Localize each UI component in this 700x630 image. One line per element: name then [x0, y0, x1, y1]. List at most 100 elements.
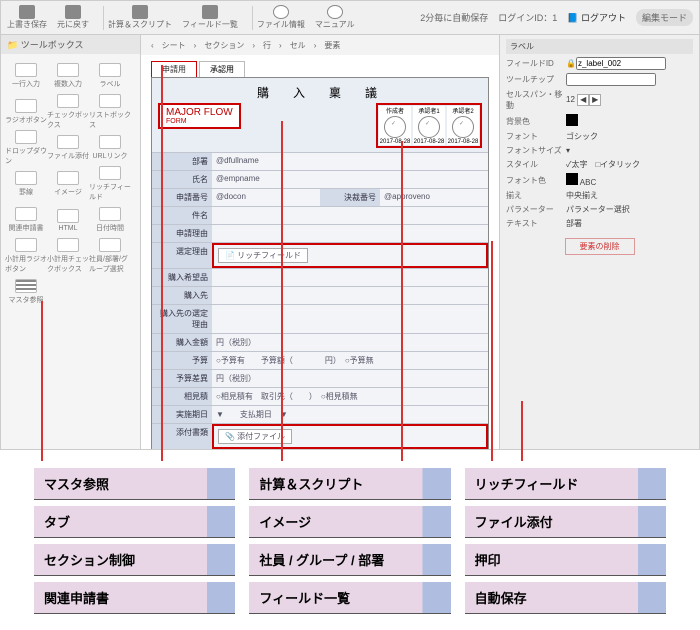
guide-line	[281, 121, 283, 461]
toolbox-item[interactable]: 罫線	[5, 166, 47, 202]
toolbox-item[interactable]: 日付時間	[89, 202, 131, 238]
lock-icon: 🔒	[566, 59, 576, 68]
field-id-input[interactable]	[576, 57, 666, 70]
toolbox-item[interactable]: 一行入力	[5, 58, 47, 94]
save-icon	[19, 5, 35, 19]
callout-label: 社員 / グループ / 部署	[249, 544, 450, 576]
guide-line	[491, 241, 493, 461]
field-value[interactable]: ▼ 支払期日 ▼	[212, 406, 488, 423]
guide-line	[521, 401, 523, 461]
style-checks[interactable]: ✓太字 □イタリック	[566, 159, 693, 170]
tool-icon	[99, 135, 121, 149]
toolbox-item[interactable]: ラベル	[89, 58, 131, 94]
text-value[interactable]: 部署	[566, 218, 693, 229]
tool-icon	[57, 171, 79, 185]
tb-fileinfo[interactable]: ファイル情報	[257, 5, 305, 30]
form-row: 件名	[152, 206, 488, 224]
field-value[interactable]: ○予算有 予算額（ 円） ○予算無	[212, 352, 488, 369]
tool-icon	[15, 99, 37, 113]
app-frame: 上書き保存 元に戻す 計算＆スクリプト フィールド一覧 ファイル情報 マニュアル…	[0, 0, 700, 450]
form-row: 予算○予算有 予算額（ 円） ○予算無	[152, 351, 488, 369]
field-value[interactable]: 📎 添付ファイル	[212, 424, 488, 449]
callout-label: マスタ参照	[34, 468, 235, 500]
tb-calc[interactable]: 計算＆スクリプト	[108, 5, 172, 30]
fontsize-select[interactable]: ▾	[566, 146, 693, 155]
align-select[interactable]: 中央揃え	[566, 190, 693, 201]
field-value[interactable]: ○相見積有 取引先（ ） ○相見積無	[212, 388, 488, 405]
tool-icon	[57, 63, 79, 77]
toolbox-item[interactable]: ファイル添付	[47, 130, 89, 166]
form-row: 予算差異円（税別）	[152, 369, 488, 387]
richfield-badge[interactable]: 📄 リッチフィールド	[218, 248, 308, 263]
toolbox-item[interactable]: リッチフィールド	[89, 166, 131, 202]
toolbox-item[interactable]: リストボックス	[89, 94, 131, 130]
tab-apply[interactable]: 申請用	[151, 61, 197, 77]
tool-icon	[57, 135, 79, 149]
toolbox-item[interactable]: 小計用チェックボックス	[47, 238, 89, 274]
form-row: 選定理由📄 リッチフィールド	[152, 242, 488, 268]
stamp-cell[interactable]: 承認者22017-08-28	[447, 106, 479, 145]
tb-save[interactable]: 上書き保存	[7, 5, 47, 30]
field-value[interactable]: @dfullname	[212, 153, 488, 170]
toolbox-item[interactable]: URLリンク	[89, 130, 131, 166]
move-left-button[interactable]: ◀	[577, 94, 589, 106]
field-value[interactable]	[212, 225, 488, 242]
undo-icon	[65, 5, 81, 19]
form-row: 実施期日▼ 支払期日 ▼	[152, 405, 488, 423]
toolbox-item[interactable]: 関連申請書	[5, 202, 47, 238]
stamp-group: 作成者2017-08-28承認者12017-08-28承認者22017-08-2…	[376, 103, 482, 148]
form-row: 添付書類📎 添付ファイル	[152, 423, 488, 449]
field-value[interactable]	[212, 269, 488, 286]
toolbox-item[interactable]: ラジオボタン	[5, 94, 47, 130]
field-value[interactable]	[212, 305, 488, 333]
field-value[interactable]: @empname	[212, 171, 488, 188]
move-right-button[interactable]: ▶	[589, 94, 601, 106]
font-select[interactable]: ゴシック	[566, 131, 693, 142]
field-value[interactable]: @docon	[212, 189, 320, 206]
bgcolor-swatch[interactable]	[566, 114, 578, 126]
edit-mode-toggle[interactable]: 編集モード	[636, 9, 693, 26]
toolbox-item[interactable]: HTML	[47, 202, 89, 238]
param-select[interactable]: パラメーター選択	[566, 204, 693, 215]
field-value[interactable]	[212, 207, 488, 224]
tab-approve[interactable]: 承認用	[199, 61, 245, 77]
guide-line	[41, 301, 43, 461]
form-row: 申請番号@docon決裁番号@approveno	[152, 188, 488, 206]
callout-label: リッチフィールド	[465, 468, 666, 500]
toolbox-item[interactable]: 複数入力	[47, 58, 89, 94]
toolbox-item[interactable]: 社員/部署/グループ選択	[89, 238, 131, 274]
tooltip-input[interactable]	[566, 73, 656, 86]
callout-label: ファイル添付	[465, 506, 666, 538]
tool-icon	[99, 166, 121, 180]
callout-label: イメージ	[249, 506, 450, 538]
list-icon	[202, 5, 218, 19]
form-row: 氏名@empname	[152, 170, 488, 188]
callout-label: 関連申請書	[34, 582, 235, 614]
toolbox-item[interactable]: 小計用ラジオボタン	[5, 238, 47, 274]
logout-link[interactable]: 📘 ログアウト	[567, 11, 626, 24]
calc-icon	[132, 5, 148, 19]
stamp-cell[interactable]: 作成者2017-08-28	[379, 106, 411, 145]
field-value[interactable]: 📄 リッチフィールド	[212, 243, 488, 268]
toolbox-item[interactable]: イメージ	[47, 166, 89, 202]
tb-fieldlist[interactable]: フィールド一覧	[182, 5, 238, 30]
delete-element-button[interactable]: 要素の削除	[565, 238, 635, 255]
form-box: 購 入 稟 議 MAJOR FLOWFORM 作成者2017-08-28承認者1…	[151, 77, 489, 449]
stamp-cell[interactable]: 承認者12017-08-28	[413, 106, 445, 145]
tool-icon	[99, 63, 121, 77]
tb-manual[interactable]: マニュアル	[315, 5, 355, 30]
field-value[interactable]	[212, 287, 488, 304]
field-value[interactable]: @approveno	[380, 189, 488, 206]
divider	[252, 6, 253, 30]
callout-label: 計算＆スクリプト	[249, 468, 450, 500]
field-value[interactable]: 円（税別）	[212, 334, 488, 351]
form-row: 購入金額円（税別）	[152, 333, 488, 351]
tb-undo[interactable]: 元に戻す	[57, 5, 89, 30]
toolbox: 📁 ツールボックス 一行入力複数入力ラベルラジオボタンチェックボックスリストボッ…	[1, 35, 141, 449]
toolbox-item[interactable]: チェックボックス	[47, 94, 89, 130]
field-value[interactable]: 円（税別）	[212, 370, 488, 387]
tool-icon	[57, 209, 79, 223]
toolbox-item[interactable]: ドロップダウン	[5, 130, 47, 166]
fontcolor-swatch[interactable]	[566, 173, 578, 185]
info-icon	[273, 5, 289, 19]
